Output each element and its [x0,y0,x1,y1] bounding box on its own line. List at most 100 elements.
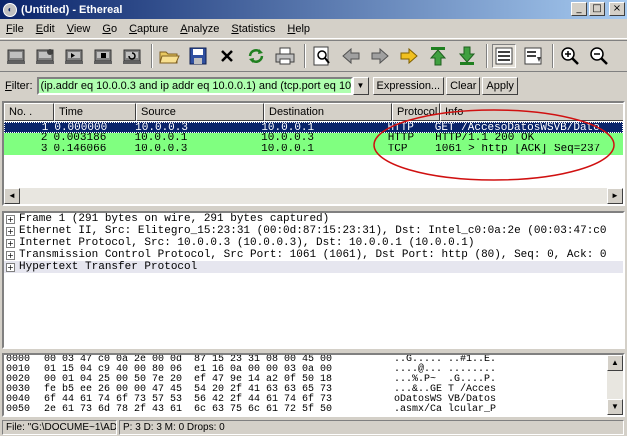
maximize-button[interactable]: □ [589,2,605,16]
scroll-left-button[interactable]: ◄ [4,188,20,204]
hex-offset: 0050 [6,404,31,415]
packet-info: GET /AccesoDatosWSVB/Dato [434,123,600,132]
menu-help[interactable]: Help [287,23,310,35]
menu-view[interactable]: View [67,23,91,35]
expand-icon[interactable]: + [6,250,15,260]
status-bar: File: "G:\DOCUME~1\ADM P: 3 D: 3 M: 0 Dr… [0,419,627,436]
scroll-right-button[interactable]: ► [607,188,623,204]
packet-no: 3 [40,144,48,155]
packet-list-header: No. . Time Source Destination Protocol I… [4,103,623,121]
zoom-out-icon[interactable] [587,44,611,68]
column-header-destination[interactable]: Destination [264,103,392,121]
colorize-icon[interactable] [492,44,516,68]
packet-info: HTTP/1.1 200 OK [435,133,535,144]
packet-info: 1061 > http [ACK] Seq=237 [435,144,601,155]
column-header-info[interactable]: Info [440,103,623,121]
open-icon[interactable] [157,44,181,68]
packet-row[interactable]: 3 0.146066 10.0.0.3 10.0.0.1 TCP 1061 > … [4,144,623,155]
packet-no: 1 [41,123,49,132]
back-icon[interactable] [339,44,363,68]
hex-row[interactable]: 0050 2e 61 73 6d 78 2f 43 61 6c 63 75 6c … [4,405,623,415]
packet-destination: 10.0.0.1 [261,123,315,132]
packet-source: 10.0.0.3 [135,123,188,132]
packet-no: 2 [40,133,48,144]
goto-icon[interactable] [397,44,421,68]
detail-row[interactable]: + Internet Protocol, Src: 10.0.0.3 (10.0… [4,237,623,249]
clear-button[interactable]: Clear [446,77,481,95]
packet-source: 10.0.0.1 [134,133,188,144]
status-file: File: "G:\DOCUME~1\ADM [2,420,117,435]
detail-text: Internet Protocol, Src: 10.0.0.3 (10.0.0… [19,237,475,249]
apply-button[interactable]: Apply [482,77,518,95]
print-icon[interactable] [273,44,297,68]
packet-time: 0.003186 [53,133,107,144]
toolbar-separator-3 [486,44,488,68]
expand-icon[interactable]: + [6,226,15,236]
packet-destination: 10.0.0.1 [261,144,314,155]
toolbar-separator-4 [552,44,554,68]
menu-capture[interactable]: Capture [129,23,168,35]
filter-bar: Filter: (ip.addr eq 10.0.0.3 and ip addr… [0,73,627,99]
filter-label: Filter: [5,80,33,92]
menu-edit[interactable]: Edit [36,23,55,35]
detail-row[interactable]: + Transmission Control Protocol, Src Por… [4,249,623,261]
save-icon[interactable] [186,44,210,68]
packet-time: 0.146066 [53,144,107,155]
close-file-icon[interactable] [215,44,239,68]
column-header-protocol[interactable]: Protocol [392,103,440,121]
expand-icon[interactable]: + [6,238,15,248]
last-packet-icon[interactable] [455,44,479,68]
packet-rows: 1 0.000000 10.0.0.3 10.0.0.1 HTTP GET /A… [4,122,623,155]
detail-row[interactable]: + Hypertext Transfer Protocol [4,261,623,273]
main-toolbar [0,40,627,72]
scroll-up-button[interactable]: ▲ [607,355,623,371]
menu-go[interactable]: Go [102,23,117,35]
hex-vscrollbar[interactable]: ▲ ▼ [607,355,623,415]
packet-bytes-pane[interactable]: 0000 00 03 47 c0 0a 2e 00 0d 87 15 23 31 … [2,353,625,417]
column-header-source[interactable]: Source [136,103,264,121]
detail-row[interactable]: + Frame 1 (291 bytes on wire, 291 bytes … [4,213,623,225]
first-packet-icon[interactable] [426,44,450,68]
capture-start-icon[interactable] [62,44,86,68]
minimize-button[interactable]: _ [571,2,587,16]
forward-icon[interactable] [368,44,392,68]
ethereal-app-icon: ◐ [3,2,17,17]
packet-row[interactable]: 1 0.000000 10.0.0.3 10.0.0.1 HTTP GET /A… [4,122,623,133]
filter-dropdown-button[interactable]: ▼ [352,77,369,95]
packet-list-hscrollbar[interactable]: ◄ ► [4,188,623,204]
packet-row[interactable]: 2 0.003186 10.0.0.1 10.0.0.3 HTTP HTTP/1… [4,133,623,144]
close-button[interactable]: × [609,2,625,16]
menu-analyze[interactable]: Analyze [180,23,219,35]
scroll-track[interactable] [20,188,607,204]
expand-icon[interactable]: + [6,262,15,272]
detail-text: Transmission Control Protocol, Src Port:… [19,249,607,261]
column-header-time[interactable]: Time [54,103,136,121]
expand-icon[interactable]: + [6,214,15,224]
detail-text: Frame 1 (291 bytes on wire, 291 bytes ca… [19,213,330,225]
menu-statistics[interactable]: Statistics [231,23,275,35]
expression-button[interactable]: Expression... [372,77,445,95]
packet-protocol: HTTP [387,133,415,144]
scroll-down-button[interactable]: ▼ [607,399,623,415]
column-header-no[interactable]: No. . [4,103,54,121]
menu-file[interactable]: File [6,23,24,35]
packet-protocol: TCP [387,144,408,155]
capture-options-icon[interactable] [33,44,57,68]
filter-input[interactable]: (ip.addr eq 10.0.0.3 and ip addr eq 10.0… [36,77,353,95]
autoscroll-icon[interactable] [521,44,545,68]
capture-stop-icon[interactable] [91,44,115,68]
title-bar[interactable]: ◐ (Untitled) - Ethereal _ □ × [0,0,627,19]
packet-destination: 10.0.0.3 [261,133,314,144]
window-title: (Untitled) - Ethereal [21,3,123,16]
zoom-in-icon[interactable] [558,44,582,68]
packet-list-pane[interactable]: No. . Time Source Destination Protocol I… [2,101,625,206]
toolbar-separator [151,44,153,68]
hex-ascii: .asmx/Ca lcular_P [394,404,497,415]
detail-row[interactable]: + Ethernet II, Src: Elitegro_15:23:31 (0… [4,225,623,237]
interfaces-icon[interactable] [4,44,28,68]
capture-restart-icon[interactable] [120,44,144,68]
find-icon[interactable] [310,44,334,68]
packet-time: 0.000000 [54,123,108,132]
reload-icon[interactable] [244,44,268,68]
packet-details-pane[interactable]: + Frame 1 (291 bytes on wire, 291 bytes … [2,211,625,349]
